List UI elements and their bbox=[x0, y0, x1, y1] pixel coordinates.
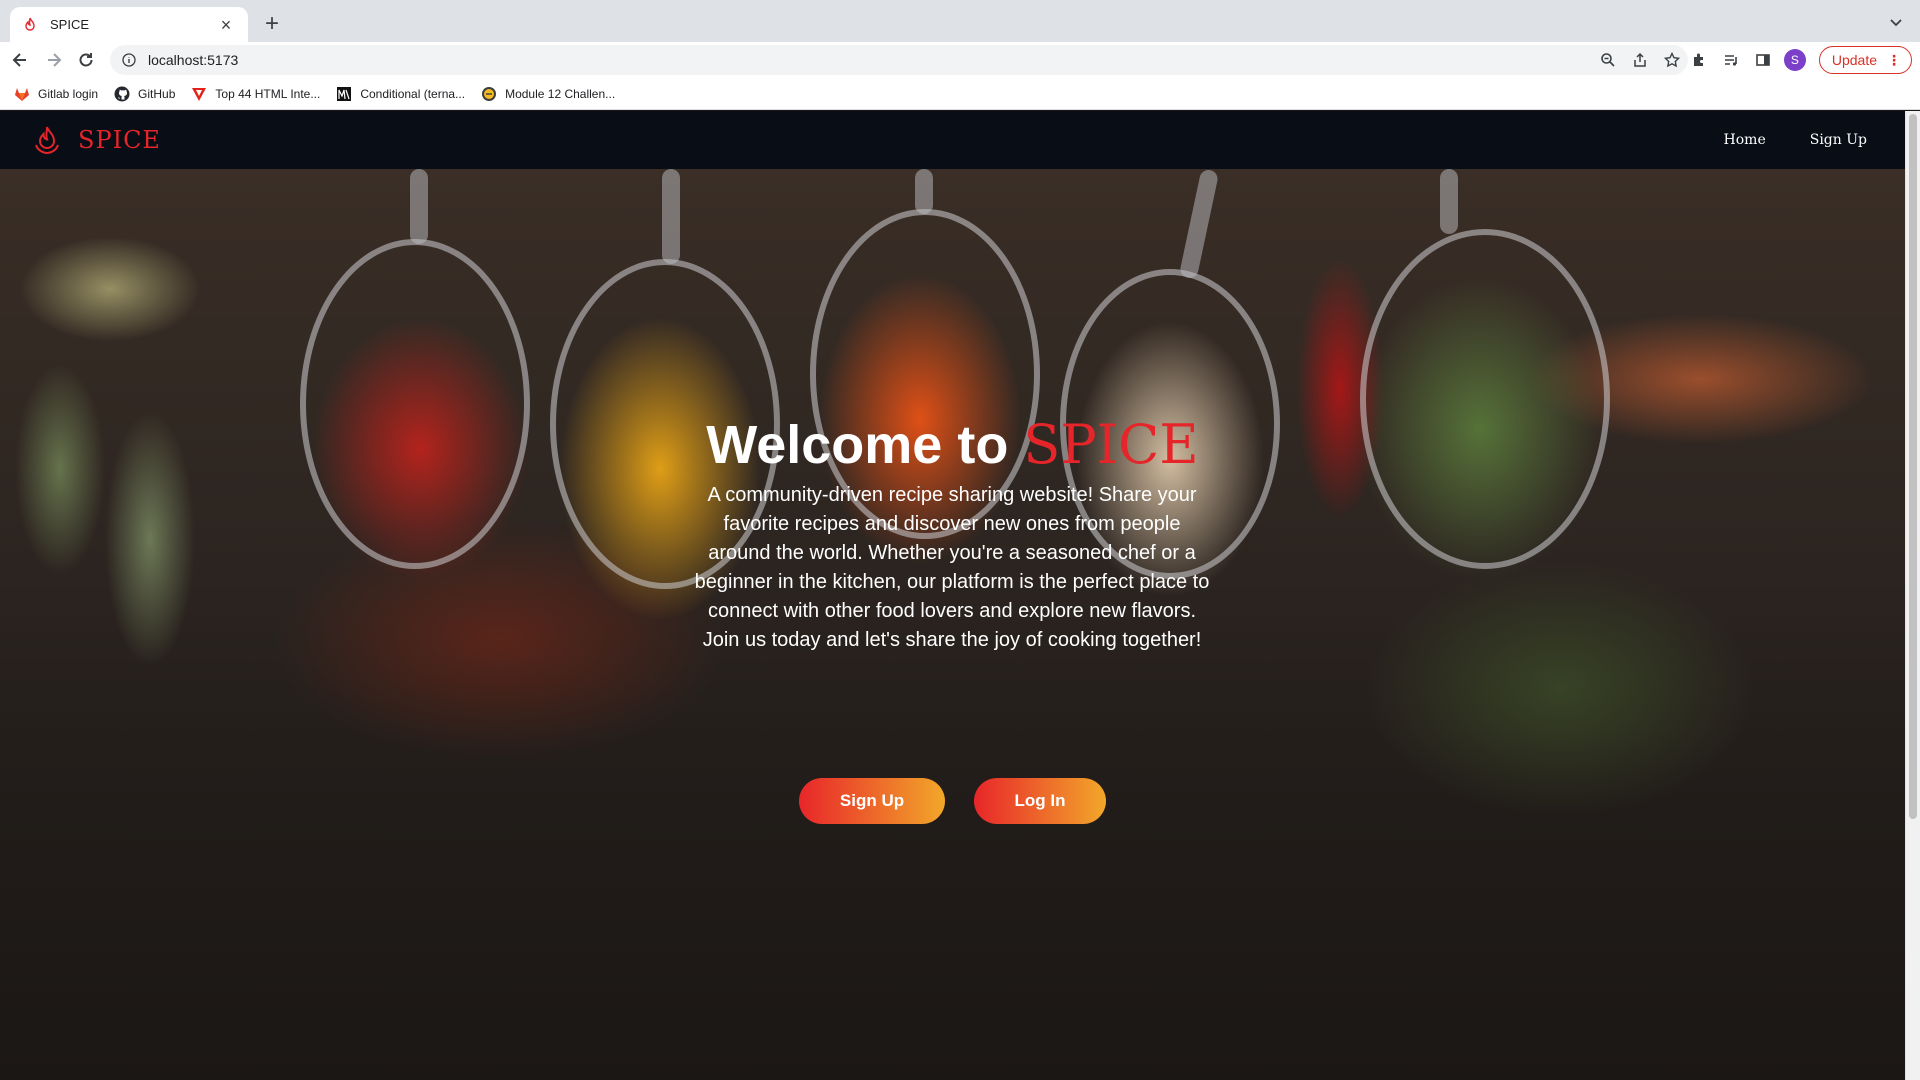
browser-toolbar: localhost:5173 S Update ⋮ bbox=[0, 42, 1920, 78]
m-logo-icon bbox=[336, 86, 352, 102]
close-tab-icon[interactable]: × bbox=[216, 16, 236, 34]
profile-avatar[interactable]: S bbox=[1779, 45, 1811, 75]
hero-title-brand: SPICE bbox=[1023, 413, 1199, 476]
bookmark-top-44-html[interactable]: Top 44 HTML Inte... bbox=[189, 81, 328, 107]
flame-icon bbox=[22, 17, 38, 33]
brand-name: SPICE bbox=[78, 126, 161, 154]
v-logo-icon bbox=[191, 86, 207, 102]
brand-link[interactable]: SPICE bbox=[32, 125, 161, 155]
update-button[interactable]: Update ⋮ bbox=[1818, 46, 1912, 74]
bookmark-gitlab-login[interactable]: Gitlab login bbox=[12, 81, 106, 107]
bookmark-label: GitHub bbox=[138, 86, 176, 101]
tab-title: SPICE bbox=[50, 17, 90, 32]
hero-title-prefix: Welcome to bbox=[706, 415, 1009, 475]
info-icon[interactable] bbox=[120, 51, 138, 69]
browser-tab[interactable]: SPICE × bbox=[10, 7, 248, 42]
bookmark-module-12[interactable]: Module 12 Challen... bbox=[479, 81, 623, 107]
back-arrow-icon[interactable] bbox=[8, 48, 32, 72]
side-panel-icon[interactable] bbox=[1747, 45, 1779, 75]
media-controls-icon[interactable] bbox=[1715, 45, 1747, 75]
more-vert-icon: ⋮ bbox=[1887, 51, 1901, 68]
url-text[interactable]: localhost:5173 bbox=[148, 52, 238, 68]
share-icon[interactable] bbox=[1624, 45, 1656, 75]
address-bar[interactable]: localhost:5173 bbox=[110, 45, 1688, 75]
hero-section: Welcome to SPICE A community-driven reci… bbox=[0, 168, 1905, 1080]
hero-content: Welcome to SPICE A community-driven reci… bbox=[0, 169, 1905, 1080]
bookmark-label: Top 44 HTML Inte... bbox=[215, 86, 321, 101]
update-label: Update bbox=[1831, 52, 1877, 68]
signup-button[interactable]: Sign Up bbox=[799, 778, 945, 824]
site-navbar: SPICE Home Sign Up bbox=[0, 111, 1905, 169]
badge-icon bbox=[481, 86, 497, 102]
bookmark-github[interactable]: GitHub bbox=[112, 81, 183, 107]
github-icon bbox=[114, 86, 130, 102]
flame-icon bbox=[32, 125, 62, 155]
nav-home-link[interactable]: Home bbox=[1724, 132, 1766, 148]
page-scrollbar[interactable] bbox=[1905, 111, 1920, 1080]
bookmarks-bar: Gitlab login GitHub Top 44 HTML Inte... … bbox=[0, 78, 1920, 110]
zoom-icon[interactable] bbox=[1592, 45, 1624, 75]
extensions-icon[interactable] bbox=[1683, 45, 1715, 75]
new-tab-button[interactable]: + bbox=[258, 10, 286, 38]
bookmark-label: Conditional (terna... bbox=[360, 86, 466, 101]
page-viewport: SPICE Home Sign Up Welcome to SPICE A co… bbox=[0, 111, 1920, 1080]
browser-tabstrip: SPICE × + bbox=[0, 0, 1920, 42]
nav-signup-link[interactable]: Sign Up bbox=[1810, 132, 1867, 148]
scrollbar-thumb[interactable] bbox=[1909, 114, 1917, 819]
chevron-down-icon[interactable] bbox=[1886, 12, 1906, 32]
login-button[interactable]: Log In bbox=[974, 778, 1106, 824]
hero-title: Welcome to SPICE bbox=[0, 413, 1905, 476]
forward-arrow-icon[interactable] bbox=[42, 48, 66, 72]
hero-description: A community-driven recipe sharing websit… bbox=[694, 484, 1210, 651]
gitlab-icon bbox=[14, 86, 30, 102]
reload-icon[interactable] bbox=[74, 48, 98, 72]
bookmark-conditional[interactable]: Conditional (terna... bbox=[334, 81, 473, 107]
bookmark-label: Module 12 Challen... bbox=[505, 86, 616, 101]
bookmark-label: Gitlab login bbox=[38, 86, 99, 101]
